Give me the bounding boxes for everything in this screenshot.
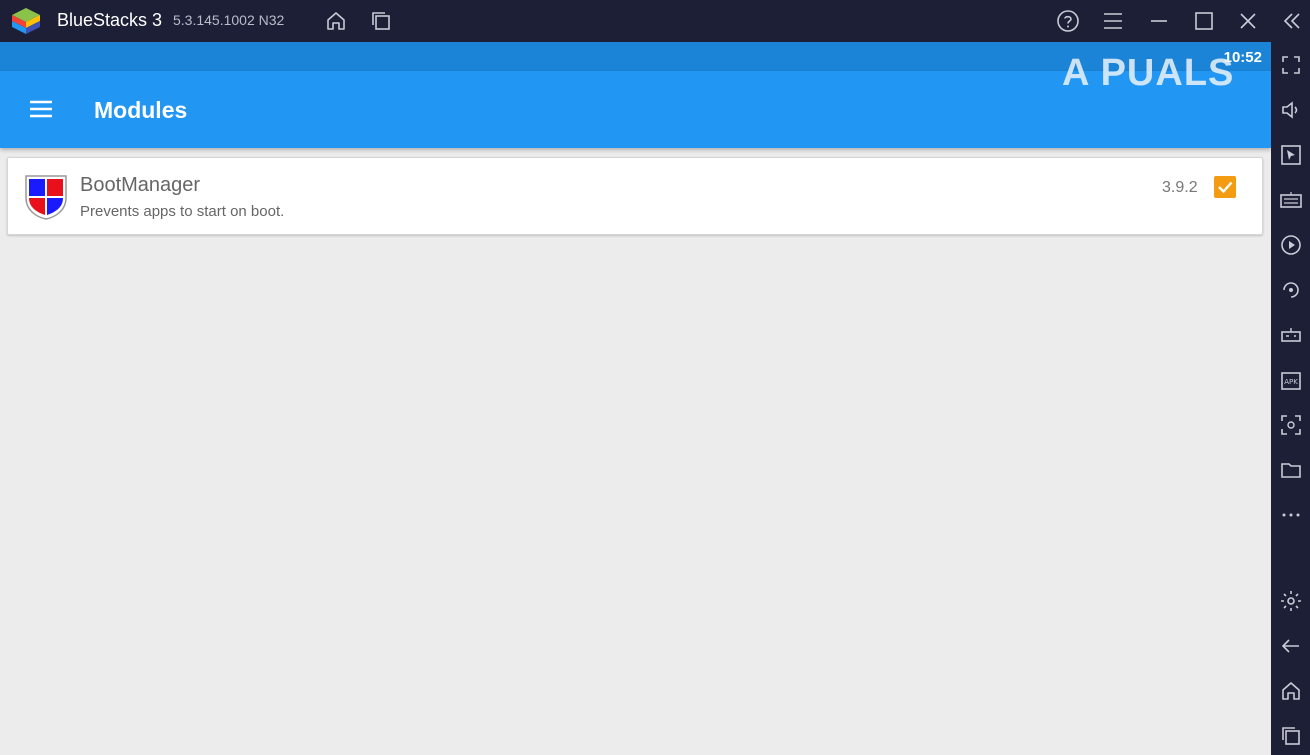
macro-icon[interactable] [1279,233,1303,257]
module-name: BootManager [80,174,201,196]
module-enabled-checkbox[interactable] [1214,176,1236,198]
pointer-icon[interactable] [1279,143,1303,167]
recents-icon[interactable] [1279,724,1303,748]
title-bar: BlueStacks 3 5.3.145.1002 N32 [0,0,1310,42]
folder-icon[interactable] [1279,458,1303,482]
fullscreen-icon[interactable] [1279,53,1303,77]
checkmark-icon [1218,181,1233,194]
module-card-bootmanager[interactable]: BootManager Prevents apps to start on bo… [7,157,1263,235]
module-version: 3.9.2 [1162,179,1198,196]
hamburger-menu-icon[interactable] [28,97,54,121]
android-screen: 10:52 Modules A PUALS BootManager Preven… [0,42,1271,755]
settings-icon[interactable] [1279,589,1303,613]
keyboard-icon[interactable] [1279,188,1303,212]
right-sidebar: APK [1271,42,1310,755]
maximize-icon[interactable] [1192,9,1216,33]
minimize-icon[interactable] [1147,9,1171,33]
svg-text:APK: APK [1284,378,1298,386]
rotate-icon[interactable] [1279,278,1303,302]
help-icon[interactable] [1056,9,1080,33]
page-title: Modules [94,97,188,123]
screenshot-icon[interactable] [1279,413,1303,437]
back-icon[interactable] [1279,634,1303,658]
volume-icon[interactable] [1279,98,1303,122]
bootmanager-shield-icon [24,174,68,220]
close-icon[interactable] [1236,9,1260,33]
collapse-sidebar-icon[interactable] [1280,9,1304,33]
menu-icon[interactable] [1101,9,1125,33]
app-version: 5.3.145.1002 N32 [173,12,285,28]
android-home-icon[interactable] [1279,679,1303,703]
watermark-logo: A PUALS [1062,52,1235,94]
module-description: Prevents apps to start on boot. [80,203,285,220]
home-icon[interactable] [324,9,348,33]
gamepad-icon[interactable] [1279,323,1303,347]
more-icon[interactable] [1279,503,1303,527]
bluestacks-logo-icon [10,6,42,36]
app-title: BlueStacks 3 [57,10,163,30]
multi-instance-icon[interactable] [369,9,393,33]
apk-install-icon[interactable]: APK [1279,368,1303,392]
